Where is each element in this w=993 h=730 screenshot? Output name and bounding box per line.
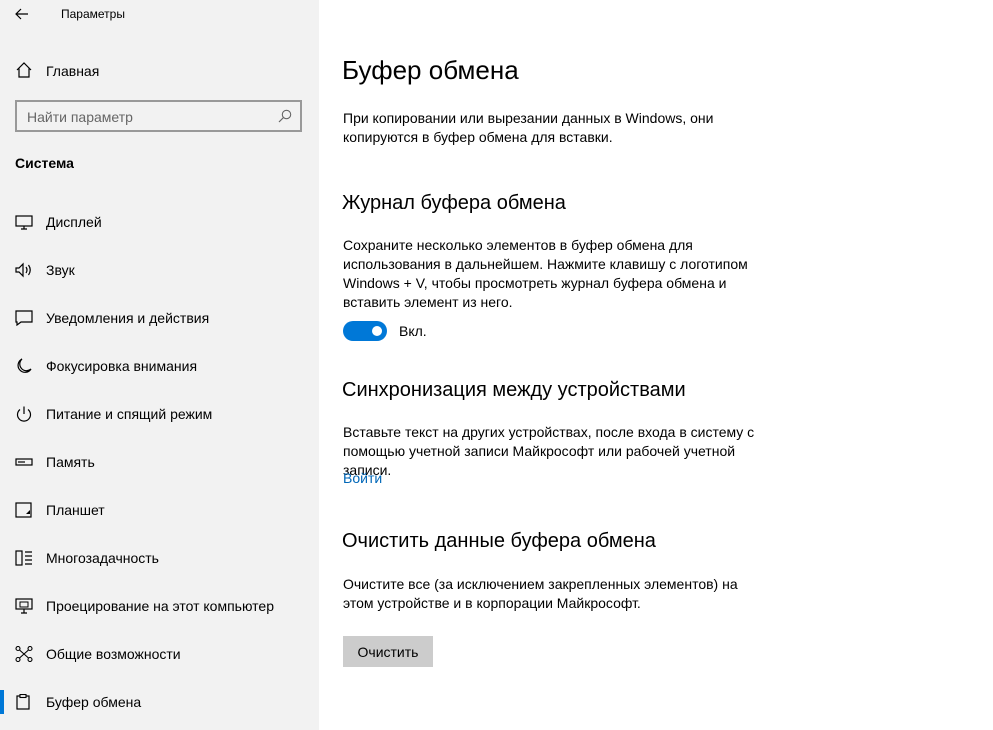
sidebar-item-multitasking[interactable]: Многозадачность (0, 538, 319, 578)
sidebar-item-shared-experiences[interactable]: Общие возможности (0, 634, 319, 674)
moon-icon (17, 358, 32, 373)
page-title: Буфер обмена (342, 55, 519, 85)
sidebar-item-projecting[interactable]: Проецирование на этот компьютер (0, 586, 319, 626)
notification-icon (15, 310, 33, 326)
sidebar-item-label: Фокусировка внимания (46, 358, 198, 374)
speaker-icon (15, 262, 31, 278)
sidebar-item-sound[interactable]: Звук (0, 250, 319, 290)
clipboard-icon (16, 694, 30, 710)
toggle-knob (372, 326, 382, 336)
clipboard-history-heading: Журнал буфера обмена (342, 192, 566, 214)
back-arrow-icon (15, 8, 28, 20)
sidebar-item-label: Уведомления и действия (46, 310, 210, 326)
sync-description: Вставьте текст на других устройствах, по… (343, 424, 755, 478)
sidebar-item-focus-assist[interactable]: Фокусировка внимания (0, 346, 319, 386)
home-icon (16, 62, 32, 78)
projecting-icon (15, 598, 33, 614)
sidebar-item-display[interactable]: Дисплей (0, 202, 319, 242)
sidebar-item-label: Питание и спящий режим (46, 406, 213, 422)
section-heading: Система (15, 155, 74, 171)
sidebar-item-label: Память (46, 454, 95, 470)
home-nav-item[interactable]: Главная (0, 56, 319, 84)
back-button[interactable] (8, 2, 36, 26)
sidebar-item-power[interactable]: Питание и спящий режим (0, 394, 319, 434)
shared-experiences-icon (15, 646, 33, 662)
sidebar-item-storage[interactable]: Память (0, 442, 319, 482)
clipboard-history-toggle[interactable] (343, 321, 387, 341)
sidebar-item-label: Звук (46, 262, 75, 278)
title-bar: Параметры (0, 0, 319, 30)
sidebar: Параметры Главная Найти параметр Система… (0, 0, 319, 730)
intro-text: При копировании или вырезании данных в W… (343, 110, 714, 145)
home-label: Главная (46, 63, 100, 79)
app-title: Параметры (61, 7, 125, 21)
clear-description: Очистите все (за исключением закрепленны… (343, 576, 738, 611)
clipboard-history-description: Сохраните несколько элементов в буфер об… (343, 237, 748, 310)
toggle-state-label: Вкл. (399, 323, 427, 339)
sidebar-item-clipboard[interactable]: Буфер обмена (0, 682, 319, 722)
clear-heading: Очистить данные буфера обмена (342, 530, 656, 552)
power-icon (16, 406, 32, 422)
sidebar-item-label: Общие возможности (46, 646, 181, 662)
search-placeholder: Найти параметр (27, 109, 133, 125)
display-icon (15, 215, 33, 230)
sidebar-item-label: Проецирование на этот компьютер (46, 598, 274, 614)
tablet-icon (15, 502, 32, 518)
sidebar-item-label: Дисплей (46, 214, 102, 230)
sidebar-item-label: Планшет (46, 502, 105, 518)
clear-button[interactable]: Очистить (343, 636, 433, 667)
sync-heading: Синхронизация между устройствами (342, 379, 686, 401)
main-content: Буфер обмена При копировании или вырезан… (319, 0, 993, 730)
multitasking-icon (15, 550, 32, 566)
search-input[interactable]: Найти параметр (15, 100, 302, 132)
sidebar-item-notifications[interactable]: Уведомления и действия (0, 298, 319, 338)
sidebar-item-tablet[interactable]: Планшет (0, 490, 319, 530)
storage-icon (15, 458, 33, 466)
sidebar-item-label: Буфер обмена (46, 694, 142, 710)
sign-in-link[interactable]: Войти (343, 470, 382, 486)
sidebar-item-label: Многозадачность (46, 550, 159, 566)
search-icon (278, 109, 292, 123)
